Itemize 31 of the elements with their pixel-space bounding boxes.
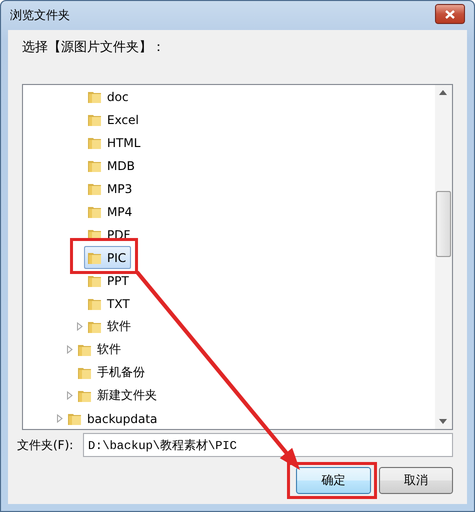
scrollbar[interactable]	[435, 85, 452, 429]
close-button[interactable]	[435, 4, 465, 24]
folder-item[interactable]: backupdata	[64, 407, 162, 429]
folder-path-field[interactable]: D:\backup\教程素材\PIC	[83, 433, 453, 457]
ok-button[interactable]: 确定	[296, 467, 371, 494]
folder-item[interactable]: MDB	[84, 154, 140, 177]
cancel-button[interactable]: 取消	[379, 467, 453, 494]
highlight-frame	[70, 238, 138, 274]
scroll-up-icon[interactable]	[439, 90, 447, 95]
scroll-down-icon[interactable]	[439, 419, 447, 424]
scroll-thumb[interactable]	[436, 191, 451, 257]
folder-item[interactable]: PIC	[84, 246, 132, 269]
window-title: 浏览文件夹	[10, 7, 70, 24]
folder-item[interactable]: PPT	[84, 269, 134, 292]
folder-item[interactable]: doc	[84, 85, 134, 108]
folder-item[interactable]: MP4	[84, 200, 138, 223]
prompt-text: 选择【源图片文件夹】：	[22, 39, 166, 54]
field-label: 文件夹(F):	[17, 436, 74, 454]
expand-icon[interactable]	[66, 391, 74, 400]
expand-icon[interactable]	[66, 345, 74, 354]
folder-item[interactable]: 软件	[74, 338, 126, 361]
folder-item[interactable]: 新建文件夹	[74, 384, 162, 407]
folder-item[interactable]: HTML	[84, 131, 146, 154]
close-icon	[445, 10, 455, 18]
folder-item[interactable]: 手机备份	[74, 361, 150, 384]
folder-item[interactable]: 软件	[84, 315, 136, 338]
expand-icon[interactable]	[76, 322, 84, 331]
folder-item[interactable]: MP3	[84, 177, 138, 200]
expand-icon[interactable]	[56, 414, 64, 423]
folder-item[interactable]: Excel	[84, 108, 144, 131]
folder-item[interactable]: TXT	[84, 292, 135, 315]
